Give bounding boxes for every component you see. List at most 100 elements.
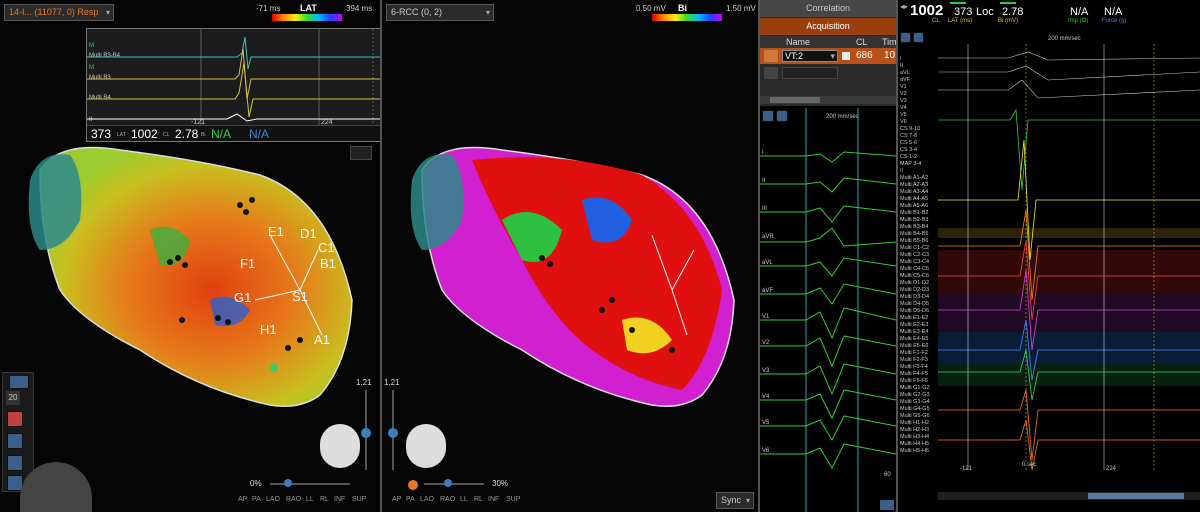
channel-label: V1 (900, 84, 907, 90)
horizontal-scrollbar[interactable] (938, 492, 1200, 500)
column-time: Tim (882, 37, 897, 47)
channel-label: Multi F1-F2 (900, 350, 928, 356)
channel-label: Multi H4-H5 (900, 441, 930, 447)
channel-label: V3 (900, 98, 907, 104)
layer-icon[interactable] (7, 455, 23, 471)
view-inf-button[interactable]: INF (488, 496, 499, 503)
row-checkbox[interactable] (842, 52, 850, 60)
opacity-slider-handle[interactable] (284, 479, 292, 487)
lead-label: I (762, 150, 764, 156)
channel-label: CS 7-8 (900, 133, 918, 139)
time-left: -121 (960, 466, 973, 472)
channel-label: CS 3-4 (900, 147, 918, 153)
tab-correlation[interactable]: Correlation (760, 0, 896, 17)
view-rl-button[interactable]: RL (474, 496, 483, 503)
scrollbar-thumb[interactable] (770, 97, 820, 103)
row-time: 10 (884, 50, 896, 61)
channel-label: Multi E2-E3 (900, 322, 929, 328)
channel-label: Multi B1-B2 (900, 210, 929, 216)
channel-label: Multi D4-D5 (900, 301, 930, 307)
channel-label: aVL (900, 70, 910, 76)
zoom-slider-handle[interactable] (361, 428, 371, 438)
force-value: N/A (249, 127, 270, 141)
zoom-icon[interactable] (880, 500, 894, 510)
channel-label: Multi B5-B6 (900, 238, 929, 244)
view-ap-button[interactable]: AP (392, 496, 401, 503)
view-lao-button[interactable]: LAO (420, 496, 434, 503)
imp-value: N/A (211, 127, 232, 141)
voltage-map-pane[interactable]: 6-RCC (0, 2) ▾ Bi 0.50 mV 1.50 mV 1.21 3… (382, 0, 758, 512)
acquisition-panel: Correlation Acquisition Name CL Tim VT:2… (760, 0, 897, 106)
tool-number[interactable]: 20 (6, 391, 20, 405)
grid-icon[interactable] (350, 146, 372, 160)
opacity-slider[interactable] (270, 483, 350, 485)
tab-acquisition[interactable]: Acquisition (760, 18, 896, 35)
rhythm-select[interactable] (782, 67, 838, 79)
channel-label: Multi B4-B5 (900, 231, 929, 237)
lat-value: 373 (91, 127, 112, 141)
electrode-label-s1: S1 (292, 289, 308, 304)
view-ap-button[interactable]: AP (238, 496, 247, 503)
channel-label: Multi G3-G4 (900, 399, 930, 405)
channel-label: II (900, 63, 904, 69)
view-sup-button[interactable]: SUP (352, 496, 366, 503)
chart-icon[interactable] (7, 411, 23, 427)
zoom-slider-handle[interactable] (388, 428, 398, 438)
view-rl-button[interactable]: RL (320, 496, 329, 503)
table-row[interactable]: VT:2 ▾ 686 10 (760, 48, 896, 64)
table-row[interactable] (760, 66, 896, 80)
view-pa-button[interactable]: PA (406, 496, 415, 503)
view-rao-button[interactable]: RAO (286, 496, 301, 503)
heart-icon[interactable] (9, 375, 29, 389)
channel-label: Multi D5-D6 (900, 308, 930, 314)
channel-label: Multi H2-H3 (900, 427, 930, 433)
electrode-label-d1: D1 (300, 226, 317, 241)
view-inf-button[interactable]: INF (334, 496, 345, 503)
lat-map-pane[interactable]: 14-I... (11077, 0) Resp ▾ LAT -71 ms 394… (0, 0, 380, 512)
color-toggle-icon[interactable] (408, 480, 418, 490)
sync-selector[interactable]: Sync ▾ (716, 492, 754, 509)
bi-unit: Bi (201, 132, 206, 138)
ecg-bottom-value: 60 (884, 472, 891, 478)
opacity-slider[interactable] (424, 483, 484, 485)
lead-label: V5 (762, 420, 770, 426)
ecg-panel[interactable]: 200 mm/sec I II III aVR aVL aVF V1 V2 V3… (760, 108, 896, 512)
channel-label: Multi A3-A4 (900, 189, 929, 195)
channel-label: CS 9-10 (900, 126, 921, 132)
channel-label: Multi G2-G3 (900, 392, 930, 398)
view-pa-button[interactable]: PA (252, 496, 261, 503)
channel-label: Multi D1-D2 (900, 280, 930, 286)
channel-label: Multi C1-C2 (900, 245, 930, 251)
channel-label: Multi D3-D4 (900, 294, 930, 300)
view-sup-button[interactable]: SUP (506, 496, 520, 503)
time-zero: 0 sec (1022, 462, 1037, 468)
scrollbar-thumb[interactable] (1088, 493, 1184, 499)
opacity-slider-handle[interactable] (444, 479, 452, 487)
egm-panel[interactable]: ◂▸ 1002 CL 373 LAT (ms) Loc 2.78 Bi (mV)… (898, 0, 1200, 512)
channel-label: V2 (900, 91, 907, 97)
channel-label: Multi G1-G2 (900, 385, 930, 391)
cl-unit: CL (163, 132, 170, 138)
view-lao-button[interactable]: LAO (266, 496, 280, 503)
channel-label: Multi E5-E6 (900, 343, 929, 349)
signal-popup[interactable]: ✕ M Multi B3-B4 M Multi B3 Multi B4 II -… (86, 28, 380, 142)
rhythm-select[interactable]: VT:2 ▾ (782, 50, 838, 62)
channel-label: Multi E1-E2 (900, 315, 929, 321)
table-header: Name CL Tim (760, 36, 897, 48)
channel-label: Multi B3-B4 (900, 224, 929, 230)
view-rao-button[interactable]: RAO (440, 496, 455, 503)
channel-label: V6 (900, 119, 907, 125)
view-ll-button[interactable]: LL (306, 496, 314, 503)
channel-label: II (900, 168, 904, 174)
view-ll-button[interactable]: LL (460, 496, 468, 503)
egm-channel-labels: I II aVL aVF V1 V2 V3 V4 V5 V6 CS 9-10 C… (898, 44, 938, 464)
channel-label: MAP 3-4 (900, 161, 922, 167)
row-cl: 686 (856, 50, 873, 61)
channel-label: Multi H1-H2 (900, 420, 930, 426)
column-name: Name (786, 37, 811, 47)
column-cl: CL (856, 37, 868, 47)
horizontal-scrollbar[interactable] (760, 96, 896, 104)
electrode-label-f1: F1 (240, 256, 256, 271)
channel-label: Multi D2-D3 (900, 287, 930, 293)
rotate-icon[interactable] (7, 433, 23, 449)
